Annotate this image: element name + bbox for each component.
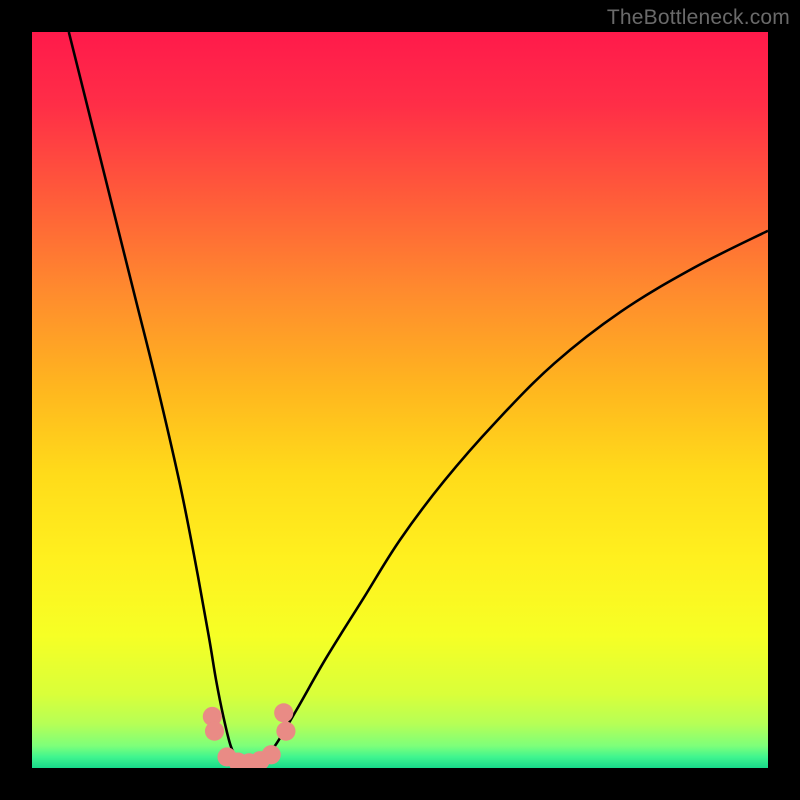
marker-group — [203, 703, 296, 768]
plot-area — [32, 32, 768, 768]
data-marker — [262, 745, 281, 764]
data-marker — [276, 722, 295, 741]
bottleneck-curve — [69, 32, 768, 768]
data-marker — [274, 703, 293, 722]
data-marker — [205, 722, 224, 741]
chart-frame: TheBottleneck.com — [0, 0, 800, 800]
chart-svg — [32, 32, 768, 768]
watermark-text: TheBottleneck.com — [607, 6, 790, 30]
